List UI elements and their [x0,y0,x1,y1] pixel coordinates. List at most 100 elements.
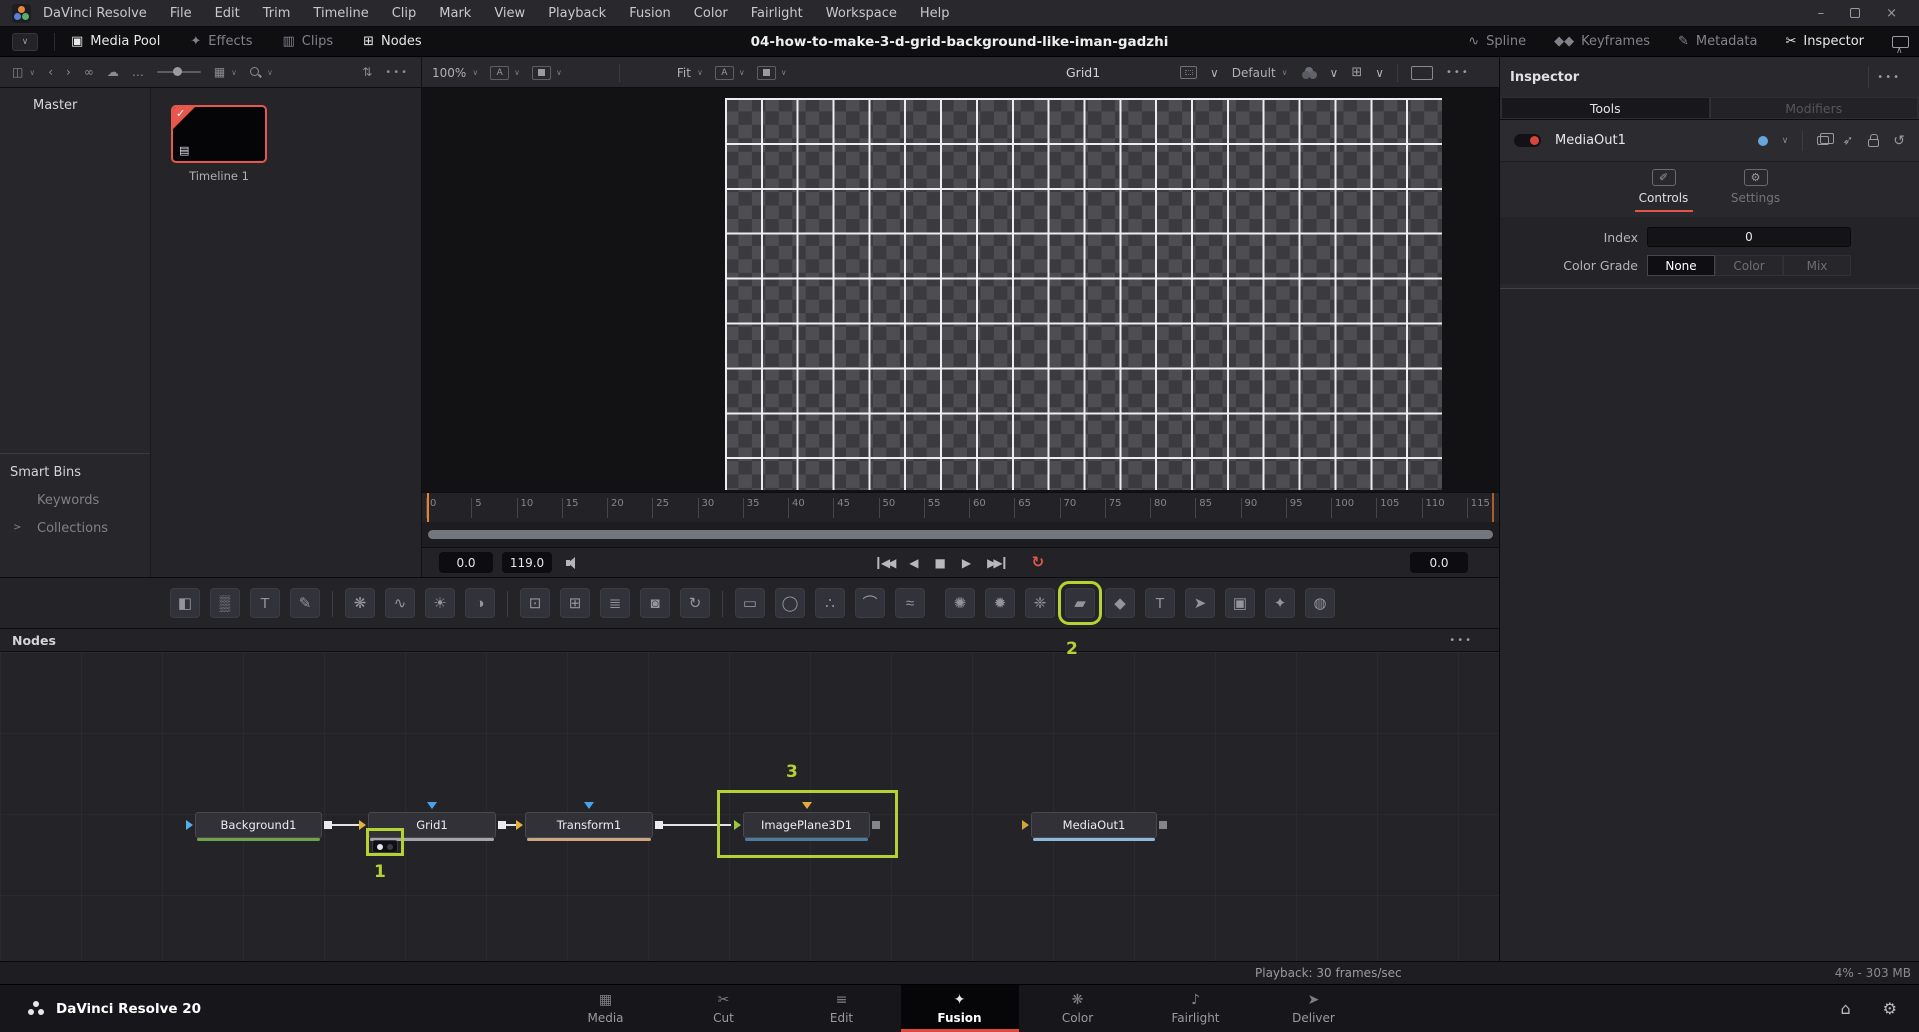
image-plane-3d-tool[interactable]: ▰ [1058,581,1102,625]
node-tile-color-icon[interactable] [1757,135,1768,146]
resize-tool[interactable]: ↻ [680,588,710,618]
multi-merge-tool[interactable]: ≣ [600,588,630,618]
node-enable-toggle[interactable] [1514,134,1541,147]
menu-item[interactable]: Edit [215,6,240,21]
node-connection[interactable] [506,824,516,826]
spline-tab[interactable]: ∿ Spline [1468,34,1526,49]
menu-item[interactable]: Mark [439,6,471,21]
menu-item[interactable]: Fusion [629,6,671,21]
grid-view-button[interactable]: ▦ [214,65,225,79]
color-grade-mix[interactable]: Mix [1783,255,1851,276]
sort-button[interactable]: ⇅ [362,65,372,79]
more-options-button[interactable]: ••• [385,67,409,78]
smart-bin-keywords[interactable]: Keywords [0,493,150,508]
menu-item[interactable]: Color [694,6,728,21]
node-output-port[interactable] [498,821,506,829]
viewer-options-button[interactable]: ••• [1446,67,1470,78]
chevron-down-icon[interactable]: ∨ [267,68,273,77]
renderer-3d-tool[interactable]: ◍ [1305,588,1335,618]
fastnoise-tool[interactable]: ▒ [210,588,240,618]
color-grade-color[interactable]: Color [1715,255,1783,276]
chevron-down-icon[interactable]: ∨ [1330,66,1339,80]
color-controls-icon[interactable] [1301,66,1317,79]
node-connection[interactable] [332,824,359,826]
spot-light-tool[interactable]: ✦ [1265,588,1295,618]
chevron-down-icon[interactable]: ∨ [1375,66,1384,80]
clips-tab[interactable]: ▥ Clips [282,34,333,49]
menu-item[interactable]: Workspace [826,6,897,21]
node-input-port[interactable] [186,820,193,830]
timeline-clip[interactable]: ✓ ▤ Timeline 1 [171,105,267,183]
audio-mute-icon[interactable] [566,556,582,569]
node-mediaout1[interactable]: MediaOut1 [1022,812,1167,841]
background-tool[interactable]: ◧ [170,588,200,618]
menu-item[interactable]: Help [920,6,950,21]
node-input-port[interactable] [1022,820,1029,830]
node-output-port[interactable] [324,821,332,829]
relink-icon[interactable]: ∞ [84,65,94,79]
close-button[interactable]: × [1886,6,1897,21]
viewer-overlay-button[interactable]: A ∨ [714,65,745,80]
tab-modifiers[interactable]: Modifiers [1709,97,1918,119]
scrollbar-thumb[interactable] [428,530,1493,539]
page-media[interactable]: ▦ Media [547,985,665,1032]
color-grade-none[interactable]: None [1647,255,1715,276]
menu-item[interactable]: Playback [548,6,606,21]
stop-button[interactable]: ■ [935,557,946,569]
index-field[interactable]: 0 [1647,227,1851,247]
viewer-zoom-select[interactable]: 100% ∨ [432,66,478,80]
reset-icon[interactable]: ↺ [1893,133,1905,149]
text-plus-tool[interactable]: T [250,588,280,618]
bin-view-button[interactable]: ◫ [12,65,23,79]
overflow-dots-icon[interactable]: … [132,65,144,79]
subtab-controls[interactable]: ✐ Controls [1633,169,1695,217]
letterbox-button[interactable] [1411,65,1434,80]
merge-copy-tool[interactable]: ⊞ [560,588,590,618]
current-frame-field[interactable]: 0.0 [439,552,493,573]
page-edit[interactable]: ≡ Edit [783,985,901,1032]
chevron-down-icon[interactable]: ∨ [1782,136,1789,146]
menu-item[interactable]: Timeline [313,6,368,21]
pin-icon[interactable]: ➴ [1841,135,1856,146]
ellipse-mask-tool[interactable]: ◯ [775,588,805,618]
media-pool-tab[interactable]: ▣ Media Pool [71,34,160,49]
search-icon[interactable] [250,66,261,78]
camera-3d-tool[interactable]: ▣ [1225,588,1255,618]
app-logo-icon[interactable] [12,3,31,23]
maximize-button[interactable] [1850,8,1861,18]
viewer-channel-button[interactable]: ∨ [756,65,787,80]
page-deliver[interactable]: ➤ Deliver [1255,985,1373,1032]
rectangle-mask-tool[interactable]: ▭ [722,588,765,618]
project-manager-icon[interactable]: ⌂ [1841,999,1851,1018]
node-editor[interactable]: Background1 Grid1 Transform1 ImagePlane3… [0,652,1499,961]
preferences-gear-icon[interactable]: ⚙ [1883,999,1897,1018]
interface-toggle-button[interactable]: ∨ [12,32,38,51]
paint-tool[interactable]: ✎ [290,588,320,618]
node-output-port[interactable] [1159,821,1167,829]
minimize-button[interactable]: – [1818,6,1825,21]
bin-master[interactable]: Master [0,88,150,113]
smart-bin-collections[interactable]: > Collections [0,521,150,536]
node-background1[interactable]: Background1 [186,812,332,841]
merge-3d-tool[interactable]: ➤ [1185,588,1215,618]
roi-icon[interactable] [1180,66,1197,79]
duration-field[interactable]: 119.0 [502,552,552,573]
dual-screen-icon[interactable] [1892,35,1909,56]
viewer-overlay-button[interactable]: A ∨ [490,65,520,80]
subtab-settings[interactable]: ⚙ Settings [1725,169,1787,217]
cloud-icon[interactable]: ☁ [107,65,119,79]
back-button[interactable]: ‹ [48,65,53,79]
merge-tool[interactable]: ⊡ [507,588,550,618]
lock-icon[interactable] [1868,134,1880,147]
color-curves-tool[interactable]: ∿ [385,588,415,618]
chevron-down-icon[interactable]: ∨ [29,68,35,77]
grid1-preview-image[interactable] [725,98,1442,490]
page-fusion[interactable]: ✦ Fusion [900,985,1019,1032]
polygon-mask-tool[interactable]: ∴ [815,588,845,618]
step-back-button[interactable]: ◀ [909,557,918,569]
timeline-thumbnail[interactable]: ✓ ▤ [171,105,267,163]
lut-select[interactable]: Default ∨ [1232,66,1288,80]
matte-control-tool[interactable]: ◙ [640,588,670,618]
node-input-port[interactable] [516,820,523,830]
inspector-tab[interactable]: ✂ Inspector [1785,34,1864,49]
